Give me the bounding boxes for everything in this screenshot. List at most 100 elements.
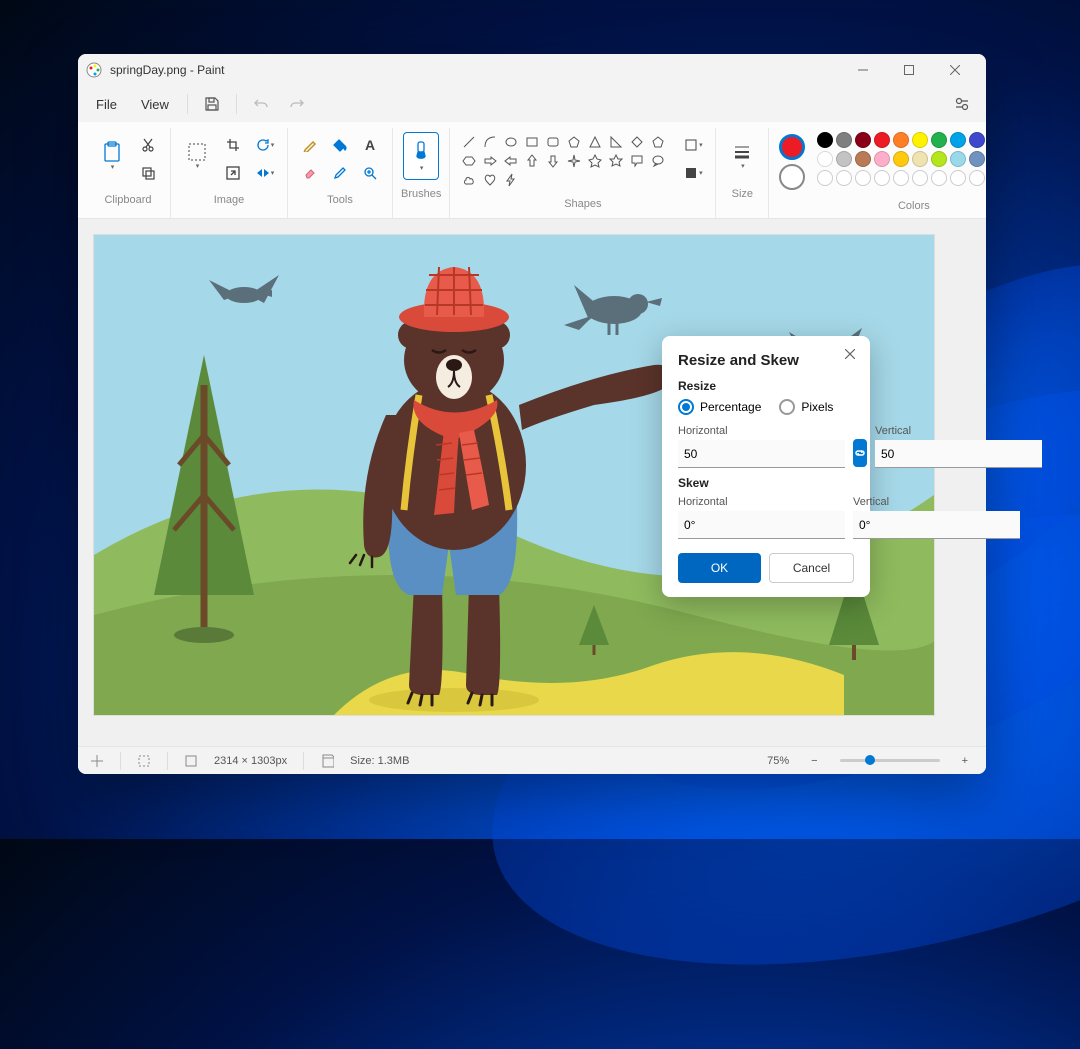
tools-label: Tools (327, 190, 353, 212)
zoom-tool[interactable] (356, 160, 384, 186)
shape-fill[interactable]: ▾ (679, 160, 707, 186)
color-secondary[interactable] (779, 164, 805, 190)
cut-button[interactable] (134, 132, 162, 158)
shape-rect[interactable] (523, 134, 541, 150)
shape-pentagon[interactable] (649, 134, 667, 150)
shape-arrow-u[interactable] (523, 153, 541, 169)
shape-polygon[interactable] (565, 134, 583, 150)
zoom-in-button[interactable]: + (956, 755, 974, 767)
fill-tool[interactable] (326, 132, 354, 158)
swatch[interactable] (912, 132, 928, 148)
shape-arrow-r[interactable] (481, 153, 499, 169)
aspect-lock-button[interactable] (853, 439, 867, 467)
maximize-button[interactable] (886, 54, 932, 86)
shape-arrow-l[interactable] (502, 153, 520, 169)
shape-curve[interactable] (481, 134, 499, 150)
skew-vertical-input[interactable] (853, 511, 1020, 539)
dialog-close-button[interactable] (838, 342, 862, 366)
swatch[interactable] (874, 151, 890, 167)
resize-vertical-input[interactable] (875, 440, 1042, 468)
text-tool[interactable]: A (356, 132, 384, 158)
crop-button[interactable] (219, 132, 247, 158)
brush-button[interactable]: ▾ (403, 132, 439, 180)
select-button[interactable]: ▾ (179, 132, 215, 180)
swatch[interactable] (931, 132, 947, 148)
save-button[interactable] (196, 88, 228, 120)
swatch-empty[interactable] (817, 170, 833, 186)
colors-label: Colors (898, 196, 930, 218)
swatch-empty[interactable] (836, 170, 852, 186)
picker-tool[interactable] (326, 160, 354, 186)
zoom-slider[interactable] (840, 759, 940, 762)
shape-lightning[interactable] (502, 172, 520, 188)
zoom-out-button[interactable]: − (805, 755, 823, 767)
swatch[interactable] (950, 151, 966, 167)
swatch-empty[interactable] (855, 170, 871, 186)
skew-horizontal-input[interactable] (678, 511, 845, 539)
shape-hexagon[interactable] (460, 153, 478, 169)
swatch[interactable] (855, 132, 871, 148)
swatch[interactable] (969, 151, 985, 167)
menu-view[interactable]: View (131, 93, 179, 116)
radio-percentage[interactable]: Percentage (678, 399, 761, 415)
shape-roundrect[interactable] (544, 134, 562, 150)
canvas-size-icon (184, 754, 198, 768)
size-button[interactable]: ▾ (724, 132, 760, 180)
radio-pixels[interactable]: Pixels (779, 399, 833, 415)
shape-arrow-d[interactable] (544, 153, 562, 169)
shapes-gallery[interactable] (458, 132, 669, 190)
resize-horizontal-input[interactable] (678, 440, 845, 468)
color-primary[interactable] (779, 134, 805, 160)
swatch[interactable] (893, 151, 909, 167)
shape-star6[interactable] (607, 153, 625, 169)
swatch[interactable] (836, 151, 852, 167)
swatch-empty[interactable] (931, 170, 947, 186)
redo-button[interactable] (281, 88, 313, 120)
cancel-button[interactable]: Cancel (769, 553, 854, 583)
undo-button[interactable] (245, 88, 277, 120)
shape-oval[interactable] (502, 134, 520, 150)
shape-callout-oval[interactable] (649, 153, 667, 169)
menu-file[interactable]: File (86, 93, 127, 116)
swatch-empty[interactable] (874, 170, 890, 186)
shape-callout-rect[interactable] (628, 153, 646, 169)
swatch[interactable] (969, 132, 985, 148)
ok-button[interactable]: OK (678, 553, 761, 583)
shape-diamond[interactable] (628, 134, 646, 150)
swatch[interactable] (817, 132, 833, 148)
swatch[interactable] (931, 151, 947, 167)
swatch[interactable] (912, 151, 928, 167)
selection-size-icon (137, 754, 151, 768)
shape-callout-cloud[interactable] (460, 172, 478, 188)
resize-button[interactable] (219, 160, 247, 186)
swatch-empty[interactable] (893, 170, 909, 186)
swatch[interactable] (855, 151, 871, 167)
paste-button[interactable]: ▾ (94, 132, 130, 180)
shape-line[interactable] (460, 134, 478, 150)
ribbon-size: ▾ Size (716, 128, 769, 218)
copy-button[interactable] (134, 160, 162, 186)
swatch[interactable] (950, 132, 966, 148)
shape-triangle[interactable] (586, 134, 604, 150)
swatch-empty[interactable] (912, 170, 928, 186)
status-zoom: 75% (767, 755, 789, 767)
shape-rtriangle[interactable] (607, 134, 625, 150)
close-button[interactable] (932, 54, 978, 86)
settings-button[interactable] (946, 88, 978, 120)
swatch[interactable] (893, 132, 909, 148)
shape-star4[interactable] (565, 153, 583, 169)
swatch-empty[interactable] (950, 170, 966, 186)
swatch[interactable] (817, 151, 833, 167)
shape-outline[interactable]: ▾ (679, 132, 707, 158)
swatch[interactable] (874, 132, 890, 148)
eraser-tool[interactable] (296, 160, 324, 186)
flip-button[interactable]: ▾ (251, 160, 279, 186)
shape-heart[interactable] (481, 172, 499, 188)
rotate-button[interactable]: ▾ (251, 132, 279, 158)
shape-star5[interactable] (586, 153, 604, 169)
resize-h-label: Horizontal (678, 425, 845, 437)
swatch-empty[interactable] (969, 170, 985, 186)
swatch[interactable] (836, 132, 852, 148)
pencil-tool[interactable] (296, 132, 324, 158)
minimize-button[interactable] (840, 54, 886, 86)
